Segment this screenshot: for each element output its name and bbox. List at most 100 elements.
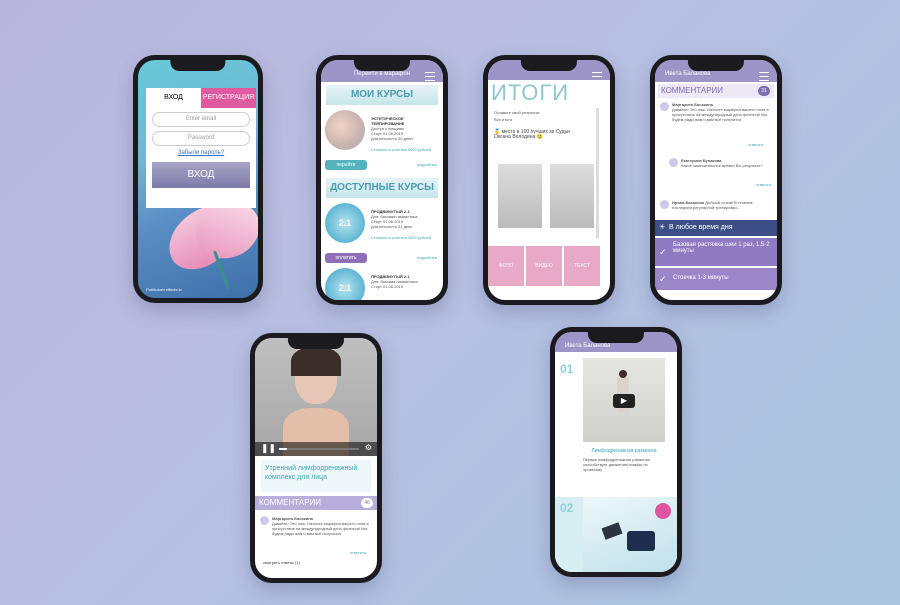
comments-header: КОММЕНТАРИИ 31 [658, 84, 774, 98]
comment: Маргарита Басакина Давайте! Это лаж. Нач… [660, 102, 772, 147]
details-link[interactable]: подробнее [417, 162, 437, 167]
course-card: ЭСТЕТИЧЕСКОЕ ТЕЙПИРОВАНИЕ Доступ к лекци… [325, 110, 439, 170]
pay-button[interactable]: оплатить [325, 253, 367, 263]
password-field[interactable]: Password [152, 131, 250, 146]
menu-icon[interactable] [759, 72, 769, 81]
check-icon: ✓ [659, 247, 667, 257]
phone-notch [520, 60, 578, 71]
lessons-screen: Ивета Баланова 01 ▶ Лимфодренажная разми… [555, 332, 677, 572]
tab-register[interactable]: РЕГИСТРАЦИЯ [201, 88, 256, 108]
login-screen: ВХОД РЕГИСТРАЦИЯ Enter email Password За… [138, 60, 258, 298]
results-line: Все итоги [494, 117, 512, 122]
tab-video[interactable]: ВИДЕО [526, 246, 562, 286]
comments-title: КОММЕНТАРИИ [661, 86, 724, 95]
phone-lessons: Ивета Баланова 01 ▶ Лимфодренажная разми… [550, 327, 682, 577]
course-card: 2.1 ПРОДВИНУТЫЙ 2.1 Для: базовая гимнаст… [325, 203, 439, 263]
phone-results: ИТОГИ Оставьте свой результат Все итоги … [483, 55, 615, 305]
phone-notch [170, 60, 226, 71]
avatar [660, 102, 669, 111]
phone-notch [587, 332, 645, 343]
comment-count-badge: 31 [758, 86, 770, 96]
presenter-hair [291, 346, 341, 376]
scrollbar[interactable] [596, 108, 599, 238]
forgot-password-link[interactable]: Забыли пароль? [146, 150, 256, 156]
phone-notch [687, 60, 745, 71]
flower [655, 503, 671, 519]
reply-link[interactable]: ответить [350, 550, 366, 555]
reply-link[interactable]: ответить [756, 182, 772, 187]
exercise-label: Базовая растяжка шеи 1 раз, 1,5-2 минуты [673, 242, 770, 254]
phone-login: ВХОД РЕГИСТРАЦИЯ Enter email Password За… [133, 55, 263, 303]
comments-screen: Ивета Баланова КОММЕНТАРИИ 31 Маргарита … [655, 60, 777, 300]
phone-comments: Ивета Баланова КОММЕНТАРИИ 31 Маргарита … [650, 55, 782, 305]
lesson-video[interactable]: ▶ [583, 358, 665, 442]
tab-photo[interactable]: ФОТО [488, 246, 524, 286]
results-line: Оксана Володина 😊 [494, 134, 543, 140]
avatar [669, 158, 678, 167]
login-button[interactable]: ВХОД [152, 162, 250, 188]
course-title: ЭСТЕТИЧЕСКОЕ ТЕЙПИРОВАНИЕ [371, 116, 405, 126]
section-title-my-courses: МОИ КУРСЫ [326, 85, 438, 105]
exercise-item[interactable]: ✓ Базовая растяжка шеи 1 раз, 1,5-2 мину… [655, 238, 777, 266]
video-title: Утренний лимфодренажный комплекс для лиц… [261, 460, 371, 492]
section-title-available-courses: ДОСТУПНЫЕ КУРСЫ [326, 178, 438, 198]
avatar [660, 200, 669, 209]
before-photo[interactable] [498, 164, 542, 228]
sun-icon: ☀ [659, 224, 666, 231]
time-banner: ☀ В любое время дня [655, 220, 777, 236]
play-icon[interactable]: ▶ [613, 394, 635, 408]
video-player[interactable]: ❚❚ ⚙ [255, 338, 377, 456]
exercise-item[interactable]: ✓ Стоечка 1-3 минуты [655, 268, 777, 290]
comment-text: Давайте! Это лаж. Начните марафон вашего… [272, 521, 369, 536]
progress-track[interactable] [279, 448, 359, 450]
comment: Ирина Басакина Добрый отзыв! В течение п… [660, 200, 772, 216]
person-head [619, 370, 627, 378]
results-screen: ИТОГИ Оставьте свой результат Все итоги … [488, 60, 610, 300]
course-price: Стоимость участия 4500 рублей [371, 235, 431, 240]
page-title: ИТОГИ [491, 80, 570, 105]
lesson-number: 01 [560, 362, 574, 376]
lesson-caption: Лимфодренажная разминка [591, 448, 657, 454]
phone-courses: Перейти в марафон МОИ КУРСЫ ЭСТЕТИЧЕСКОЕ… [316, 55, 448, 305]
phone-object [601, 522, 623, 540]
course-card: 2.1 ПРОДВИНУТЫЙ 2.1 Для: базовая гимнаст… [325, 268, 439, 300]
bag-object [627, 531, 655, 551]
course-thumbnail [325, 110, 365, 150]
tab-text[interactable]: ТЕКСТ [564, 246, 600, 286]
phone-notch [287, 338, 345, 349]
login-card: ВХОД РЕГИСТРАЦИЯ Enter email Password За… [146, 88, 256, 208]
phone-video: ❚❚ ⚙ Утренний лимфодренажный комплекс дл… [250, 333, 382, 583]
pause-icon[interactable]: ❚❚ [261, 443, 276, 454]
courses-screen: Перейти в марафон МОИ КУРСЫ ЭСТЕТИЧЕСКОЕ… [321, 60, 443, 300]
exercise-label: Стоечка 1-3 минуты [673, 275, 729, 281]
details-link[interactable]: подробнее [417, 255, 437, 260]
tab-login[interactable]: ВХОД [146, 88, 201, 108]
avatar [260, 516, 269, 525]
check-icon: ✓ [659, 274, 667, 284]
menu-icon[interactable] [425, 72, 435, 81]
lesson-block: 02 [555, 497, 677, 572]
comment: Маргарита Басакина Давайте! Это лаж. Нач… [260, 516, 372, 556]
banner-text: В любое время дня [669, 224, 733, 231]
reply-link[interactable]: ответить [748, 142, 764, 147]
comment-text: Какое замечательное время! Вы результат? [681, 163, 763, 168]
lesson-number: 02 [560, 501, 574, 515]
progress-fill [279, 448, 287, 450]
lesson-description: Первая лимфодренажная разминка способств… [583, 457, 650, 472]
menu-icon[interactable] [592, 72, 602, 81]
settings-icon[interactable]: ⚙ [365, 443, 372, 452]
video-controls: ❚❚ ⚙ [255, 442, 377, 456]
results-line: Оставьте свой результат [494, 110, 540, 115]
course-line: Старт 01.06.2019 [371, 284, 403, 289]
course-line: Длительность 21 день [371, 224, 413, 229]
after-photo[interactable] [550, 164, 594, 228]
course-line: Длительность 20 дней [371, 136, 413, 141]
course-badge: 2.1 [325, 203, 365, 243]
see-answers-link[interactable]: смотреть ответы (1) [263, 560, 300, 565]
email-field[interactable]: Enter email [152, 112, 250, 127]
lesson-info: Лимфодренажная разминка Первая лимфодрен… [583, 448, 665, 472]
video-screen: ❚❚ ⚙ Утренний лимфодренажный комплекс дл… [255, 338, 377, 578]
go-button[interactable]: перейти [325, 160, 367, 170]
comment-count-badge: 46 [361, 498, 373, 508]
lesson-image[interactable] [583, 497, 677, 572]
